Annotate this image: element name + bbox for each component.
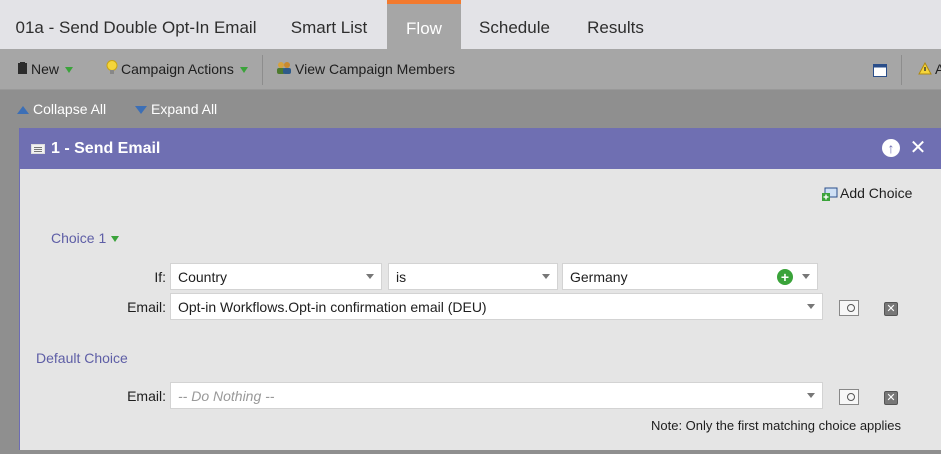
chevron-down-icon [800,383,822,408]
people-icon [276,50,292,91]
chevron-down-icon [111,236,120,243]
matching-note: Note: Only the first matching choice app… [651,418,902,433]
tab-bar: 01a - Send Double Opt-In Email Smart Lis… [0,0,941,49]
add-value-icon[interactable]: + [777,269,793,285]
warning-icon [918,50,932,91]
collapse-all-button[interactable]: Collapse All [17,90,106,128]
expand-all-button[interactable]: Expand All [135,90,217,128]
window-icon[interactable] [873,49,887,90]
campaign-actions-button[interactable]: Campaign Actions [106,49,248,90]
tab-schedule[interactable]: Schedule [461,0,568,49]
chevron-down-icon [800,294,822,319]
if-label: If: [154,269,166,285]
add-choice-button[interactable]: Add Choice [822,185,913,202]
expand-icon [135,106,147,115]
choice-operator-select[interactable]: is [388,263,558,290]
collapse-icon [17,106,29,115]
choice-field-select[interactable]: Country [170,263,382,290]
add-choice-label: Add Choice [840,185,913,201]
choice-1-email-label: Email: [127,299,166,315]
view-campaign-members-label: View Campaign Members [295,61,456,77]
delete-choice-icon[interactable]: ✕ [884,302,898,316]
view-campaign-members-button[interactable]: View Campaign Members [276,49,455,90]
warning-label: A [935,61,941,77]
tab-results[interactable]: Results [568,0,663,49]
default-email-select[interactable]: -- Do Nothing -- [170,382,823,409]
toolbar-divider [262,55,263,85]
choice-1-label: Choice 1 [51,230,107,246]
preview-email-icon[interactable] [839,300,859,316]
tab-campaign-name[interactable]: 01a - Send Double Opt-In Email [0,0,272,49]
lightbulb-icon [106,50,118,91]
toolbar: New Campaign Actions View Campaign Membe… [0,49,941,90]
campaign-actions-label: Campaign Actions [121,61,234,77]
choice-value-text: Germany [570,269,628,285]
preview-email-icon[interactable] [839,389,859,405]
chevron-down-icon [359,264,381,289]
choice-field-value: Country [178,269,228,285]
default-choice-title: Default Choice [36,350,128,366]
add-choice-icon [822,187,838,202]
choice-1-title[interactable]: Choice 1 [51,230,120,246]
default-email-label: Email: [127,388,166,404]
chevron-down-icon [239,67,248,74]
new-label: New [31,61,60,77]
new-button[interactable]: New [17,49,74,91]
chevron-down-icon [65,67,74,74]
chevron-down-icon [795,264,817,289]
flow-step-card: 1 - Send Email ↑ ✕ Add Choice Choice 1 I… [19,128,941,450]
delete-default-icon[interactable]: ✕ [884,391,898,405]
choice-operator-value: is [396,269,407,285]
close-icon[interactable]: ✕ [909,138,927,158]
tab-flow[interactable]: Flow [387,0,461,49]
expand-all-label: Expand All [151,101,218,117]
toolbar-divider [901,55,902,85]
flow-step-header[interactable]: 1 - Send Email ↑ ✕ [20,128,941,169]
tab-smart-list[interactable]: Smart List [272,0,386,49]
move-up-icon[interactable]: ↑ [882,139,900,157]
collapse-all-label: Collapse All [33,101,107,117]
default-email-placeholder: -- Do Nothing -- [178,388,275,404]
email-step-icon [31,144,45,154]
choice-1-email-value: Opt-in Workflows.Opt-in confirmation ema… [178,299,487,315]
choice-value-select[interactable]: Germany + [562,263,818,290]
new-icon [17,50,28,91]
choice-1-email-select[interactable]: Opt-in Workflows.Opt-in confirmation ema… [170,293,823,320]
warning-button[interactable]: A [918,49,941,90]
flow-step-title: 1 - Send Email [51,140,161,157]
collapse-expand-bar: Collapse All Expand All [0,90,941,128]
chevron-down-icon [535,264,557,289]
